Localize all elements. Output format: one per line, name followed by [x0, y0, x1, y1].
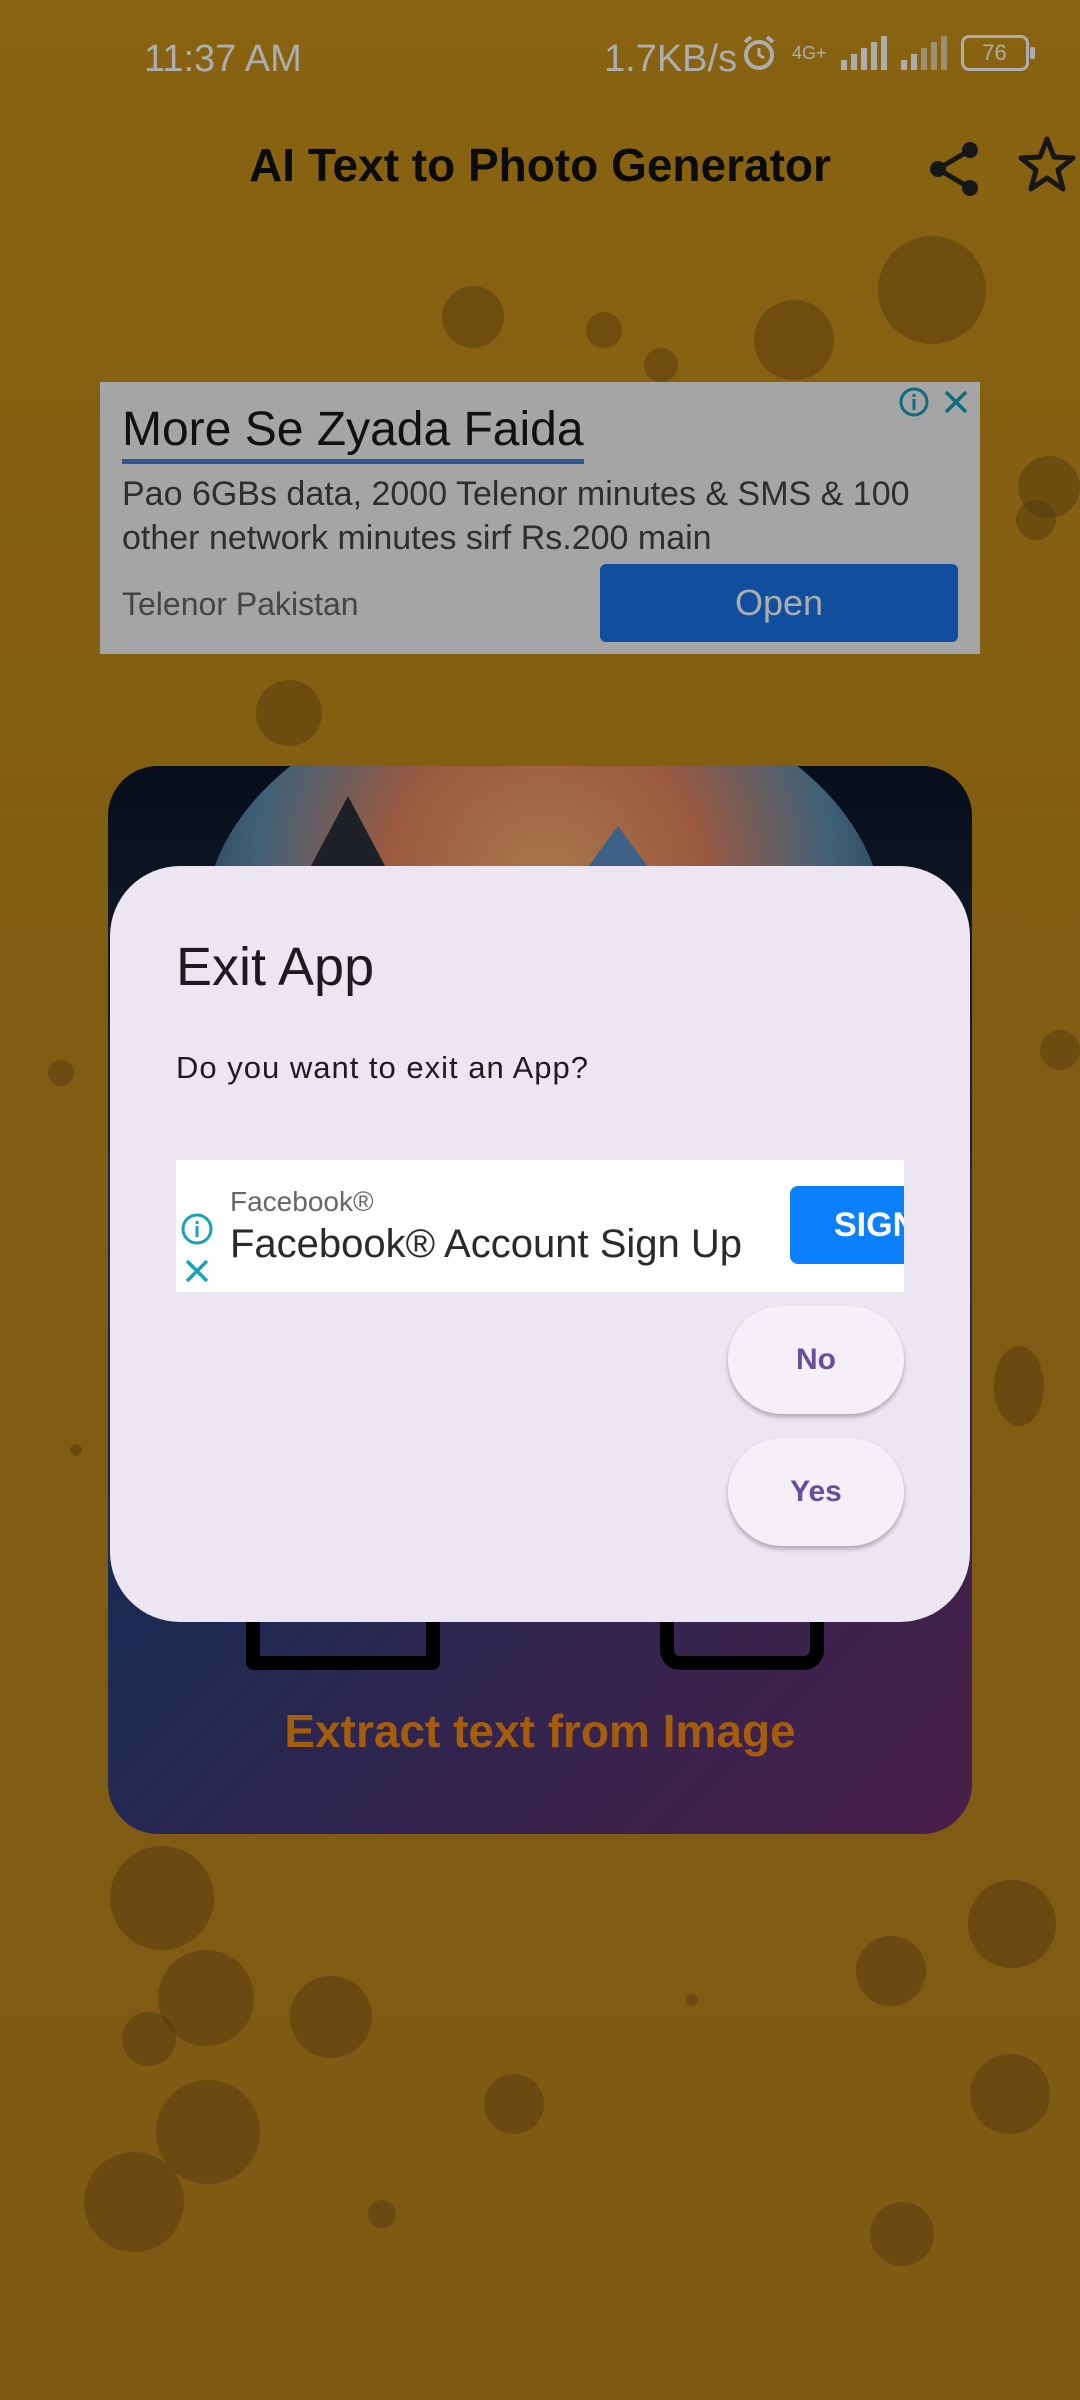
ad-advertiser: Facebook®	[230, 1186, 374, 1217]
ad-headline[interactable]: Facebook® Account Sign Up	[230, 1222, 742, 1267]
exit-dialog: Exit App Do you want to exit an App? Fac…	[110, 866, 970, 1622]
ad-signup-button[interactable]: SIGN	[790, 1186, 904, 1264]
dialog-title: Exit App	[176, 937, 375, 997]
dialog-ad[interactable]: Facebook® Facebook® Account Sign Up SIGN	[176, 1160, 904, 1292]
ad-info-icon[interactable]	[180, 1212, 214, 1246]
dialog-message: Do you want to exit an App?	[176, 1050, 590, 1085]
yes-button[interactable]: Yes	[728, 1438, 904, 1546]
ad-close-icon[interactable]	[182, 1256, 212, 1286]
no-button[interactable]: No	[728, 1306, 904, 1414]
